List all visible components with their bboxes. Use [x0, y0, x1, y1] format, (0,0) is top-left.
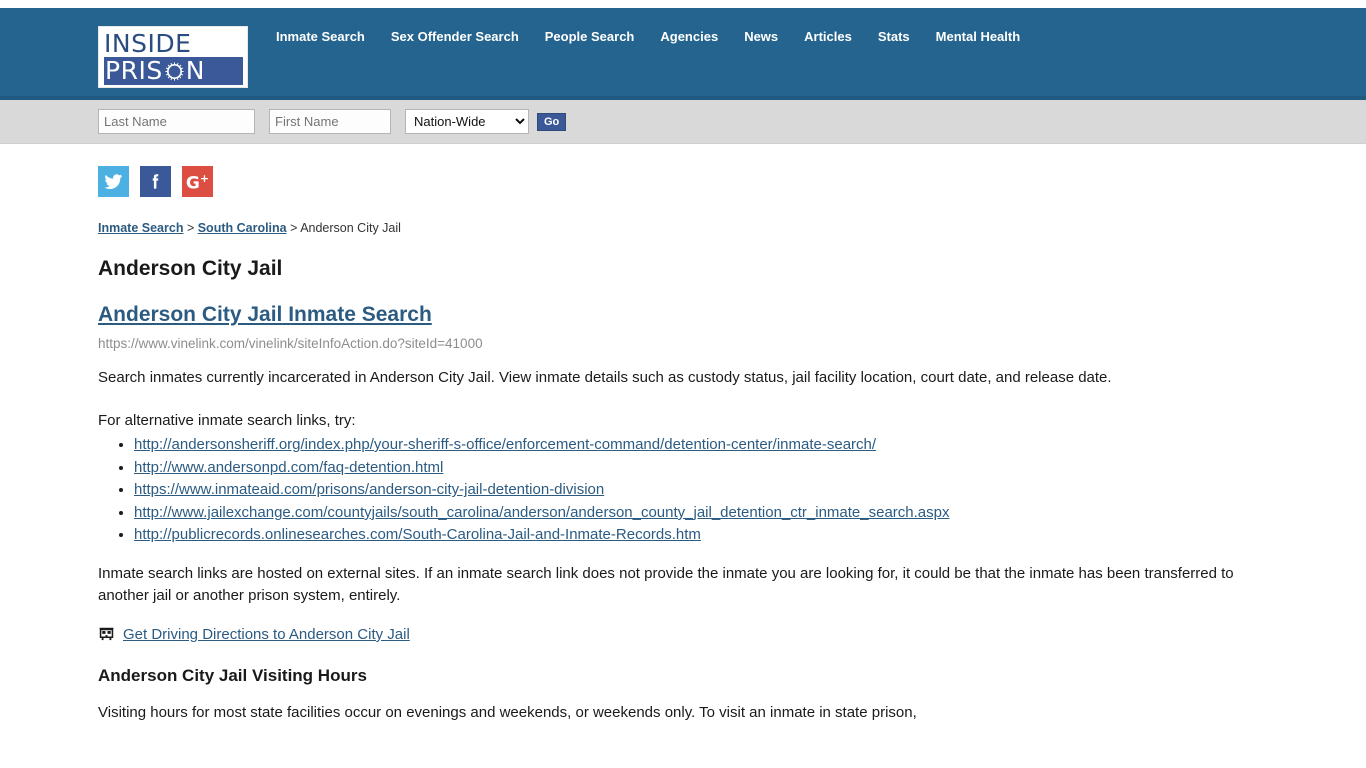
external-sites-note: Inmate search links are hosted on extern…	[98, 564, 1234, 604]
nav-item-articles[interactable]: Articles	[804, 29, 852, 44]
alt-link-inmateaid[interactable]: https://www.inmateaid.com/prisons/anders…	[134, 481, 604, 498]
barbed-wire-circle-icon	[164, 61, 185, 82]
breadcrumb-link-inmate-search[interactable]: Inmate Search	[98, 221, 183, 235]
list-item: http://publicrecords.onlinesearches.com/…	[134, 524, 1268, 547]
breadcrumb-link-south-carolina[interactable]: South Carolina	[198, 221, 287, 235]
list-item: http://andersonsheriff.org/index.php/you…	[134, 434, 1268, 457]
intro-paragraph: Search inmates currently incarcerated in…	[98, 369, 1112, 386]
breadcrumb-current: Anderson City Jail	[300, 221, 401, 235]
nav-item-sex-offender-search[interactable]: Sex Offender Search	[391, 29, 519, 44]
driving-directions-row: Get Driving Directions to Anderson City …	[98, 626, 1268, 643]
logo-prison-suffix: N	[185, 56, 205, 85]
first-name-input[interactable]	[269, 109, 391, 134]
inmate-search-link[interactable]: Anderson City Jail Inmate Search	[98, 303, 432, 326]
googleplus-glyph: G+	[185, 172, 210, 194]
last-name-input[interactable]	[98, 109, 255, 134]
page-content: G+ Inmate Search > South Carolina > Ande…	[98, 144, 1268, 724]
googleplus-icon[interactable]: G+	[182, 166, 213, 197]
alt-link-jailexchange[interactable]: http://www.jailexchange.com/countyjails/…	[134, 504, 950, 521]
nav-item-stats[interactable]: Stats	[878, 29, 910, 44]
quick-search-bar: Nation-Wide Go	[0, 100, 1366, 144]
nav-item-people-search[interactable]: People Search	[545, 29, 635, 44]
list-item: http://www.andersonpd.com/faq-detention.…	[134, 457, 1268, 480]
state-select[interactable]: Nation-Wide	[405, 109, 529, 134]
facebook-icon[interactable]	[140, 166, 171, 197]
top-spacer	[0, 0, 1366, 8]
alternative-links-list: http://andersonsheriff.org/index.php/you…	[98, 434, 1268, 547]
driving-directions-link[interactable]: Get Driving Directions to Anderson City …	[123, 626, 410, 643]
go-button[interactable]: Go	[537, 112, 567, 131]
vinelink-url-text: https://www.vinelink.com/vinelink/siteIn…	[98, 336, 483, 351]
inmate-search-heading: Anderson City Jail Inmate Search	[98, 303, 1268, 327]
visiting-hours-paragraph: Visiting hours for most state facilities…	[98, 703, 917, 721]
nav-item-mental-health[interactable]: Mental Health	[936, 29, 1021, 44]
alt-link-andersonsheriff[interactable]: http://andersonsheriff.org/index.php/you…	[134, 436, 876, 453]
logo-text-inside: INSIDE	[104, 29, 192, 58]
site-header: INSIDE PRIS N Inmate Search Sex Offender …	[0, 8, 1366, 100]
twitter-icon[interactable]	[98, 166, 129, 197]
logo-text-prison: PRIS N	[104, 57, 243, 85]
site-logo[interactable]: INSIDE PRIS N	[98, 26, 248, 88]
list-item: http://www.jailexchange.com/countyjails/…	[134, 502, 1268, 525]
nav-item-inmate-search[interactable]: Inmate Search	[276, 29, 365, 44]
breadcrumb: Inmate Search > South Carolina > Anderso…	[98, 221, 1268, 235]
page-title: Anderson City Jail	[98, 257, 283, 280]
main-navigation: Inmate Search Sex Offender Search People…	[276, 29, 1020, 44]
alt-link-andersonpd[interactable]: http://www.andersonpd.com/faq-detention.…	[134, 459, 443, 476]
alt-links-intro: For alternative inmate search links, try…	[98, 412, 356, 429]
visiting-hours-title: Anderson City Jail Visiting Hours	[98, 665, 367, 685]
social-share-row: G+	[98, 144, 1268, 197]
list-item: https://www.inmateaid.com/prisons/anders…	[134, 479, 1268, 502]
breadcrumb-separator-2: >	[286, 221, 301, 235]
nav-item-agencies[interactable]: Agencies	[660, 29, 718, 44]
logo-prison-prefix: PRIS	[105, 56, 163, 85]
bus-icon	[98, 626, 115, 642]
breadcrumb-separator-1: >	[183, 221, 198, 235]
nav-item-news[interactable]: News	[744, 29, 778, 44]
alt-link-publicrecords[interactable]: http://publicrecords.onlinesearches.com/…	[134, 526, 701, 543]
